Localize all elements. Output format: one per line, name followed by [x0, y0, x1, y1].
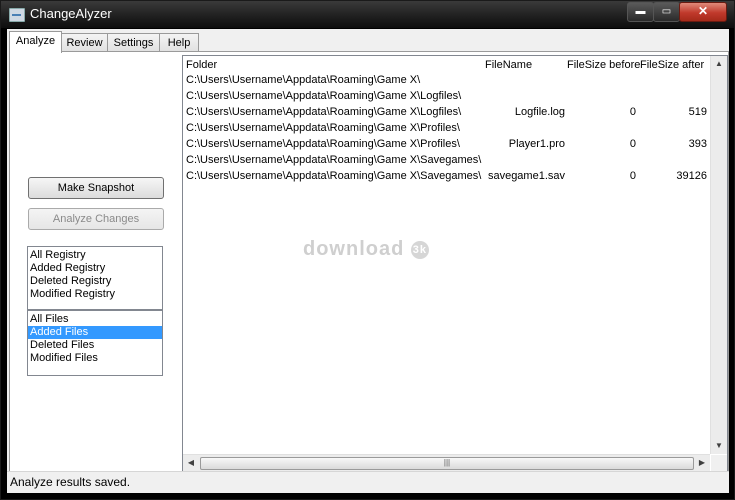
list-item[interactable]: All Registry	[28, 249, 162, 262]
list-header: Folder FileName FileSize before FileSize…	[183, 56, 727, 73]
watermark-text: download	[303, 238, 405, 260]
status-text: Analyze results saved.	[10, 475, 131, 489]
horizontal-scroll-thumb[interactable]: |||	[200, 457, 694, 470]
table-row[interactable]: C:\Users\Username\Appdata\Roaming\Game X…	[183, 105, 727, 121]
cell-filename: Logfile.log	[514, 106, 565, 118]
table-row[interactable]: C:\Users\Username\Appdata\Roaming\Game X…	[183, 169, 727, 185]
vertical-scrollbar[interactable]: ▲ ▼	[710, 56, 727, 454]
column-header-filesize-before[interactable]: FileSize before	[567, 59, 640, 71]
list-item[interactable]: Modified Registry	[28, 288, 162, 301]
window-title: ChangeAlyzer	[30, 6, 112, 21]
list-item-selected[interactable]: Added Files	[28, 326, 162, 339]
make-snapshot-button[interactable]: Make Snapshot	[28, 177, 164, 199]
close-button[interactable]: ✕	[679, 2, 727, 22]
cell-size-before: 0	[629, 138, 636, 150]
tab-settings[interactable]: Settings	[107, 33, 160, 52]
cell-size-after: 393	[688, 138, 707, 150]
cell-filename: Player1.pro	[508, 138, 565, 150]
status-bar: Analyze results saved.	[7, 471, 729, 493]
list-item[interactable]: Deleted Files	[28, 339, 162, 352]
cell-size-after: 519	[688, 106, 707, 118]
title-bar[interactable]: ChangeAlyzer ▬ ▭ ✕	[1, 1, 734, 28]
watermark-badge-icon: 3k	[410, 240, 429, 259]
table-row[interactable]: C:\Users\Username\Appdata\Roaming\Game X…	[183, 73, 727, 89]
list-item[interactable]: All Files	[28, 313, 162, 326]
list-item[interactable]: Modified Files	[28, 352, 162, 365]
column-header-folder[interactable]: Folder	[186, 59, 217, 71]
cell-size-before: 0	[629, 106, 636, 118]
table-row[interactable]: C:\Users\Username\Appdata\Roaming\Game X…	[183, 153, 727, 169]
client-area: Analyze Review Settings Help Make Snapsh…	[7, 29, 729, 493]
cell-size-after: 39126	[676, 170, 707, 182]
list-item[interactable]: Deleted Registry	[28, 275, 162, 288]
table-row[interactable]: C:\Users\Username\Appdata\Roaming\Game X…	[183, 121, 727, 137]
column-header-filesize-after[interactable]: FileSize after	[640, 59, 704, 71]
list-item[interactable]: Added Registry	[28, 262, 162, 275]
scroll-up-arrow-icon[interactable]: ▲	[711, 56, 727, 72]
horizontal-scrollbar[interactable]: ◀ ||| ▶	[183, 454, 710, 471]
cell-folder: C:\Users\Username\Appdata\Roaming\Game X…	[186, 154, 482, 166]
analyze-panel: Make Snapshot Analyze Changes All Regist…	[9, 51, 729, 473]
scroll-left-arrow-icon[interactable]: ◀	[183, 455, 199, 471]
scrollbar-corner	[711, 455, 727, 471]
cell-folder: C:\Users\Username\Appdata\Roaming\Game X…	[186, 74, 421, 86]
app-window: ChangeAlyzer ▬ ▭ ✕ Analyze Review Settin…	[0, 0, 735, 500]
results-list-view[interactable]: Folder FileName FileSize before FileSize…	[182, 55, 728, 472]
scroll-right-arrow-icon[interactable]: ▶	[694, 455, 710, 471]
registry-filter-list[interactable]: All Registry Added Registry Deleted Regi…	[27, 246, 163, 310]
cell-folder: C:\Users\Username\Appdata\Roaming\Game X…	[186, 106, 462, 118]
tab-help[interactable]: Help	[159, 33, 199, 52]
cell-size-before: 0	[629, 170, 636, 182]
tab-review[interactable]: Review	[61, 33, 108, 52]
analyze-changes-button[interactable]: Analyze Changes	[28, 208, 164, 230]
maximize-button[interactable]: ▭	[653, 2, 680, 22]
cell-folder: C:\Users\Username\Appdata\Roaming\Game X…	[186, 138, 460, 150]
table-row[interactable]: C:\Users\Username\Appdata\Roaming\Game X…	[183, 89, 727, 105]
cell-folder: C:\Users\Username\Appdata\Roaming\Game X…	[186, 170, 482, 182]
cell-folder: C:\Users\Username\Appdata\Roaming\Game X…	[186, 122, 460, 134]
file-filter-list[interactable]: All Files Added Files Deleted Files Modi…	[27, 310, 163, 376]
cell-filename: savegame1.sav	[487, 170, 565, 182]
watermark-logo: download 3k	[303, 238, 429, 261]
tab-analyze[interactable]: Analyze	[9, 31, 62, 53]
scroll-down-arrow-icon[interactable]: ▼	[711, 438, 727, 454]
cell-folder: C:\Users\Username\Appdata\Roaming\Game X…	[186, 90, 462, 102]
column-header-filename[interactable]: FileName	[485, 59, 532, 71]
minimize-button[interactable]: ▬	[627, 2, 654, 22]
table-row[interactable]: C:\Users\Username\Appdata\Roaming\Game X…	[183, 137, 727, 153]
app-icon	[9, 8, 25, 22]
